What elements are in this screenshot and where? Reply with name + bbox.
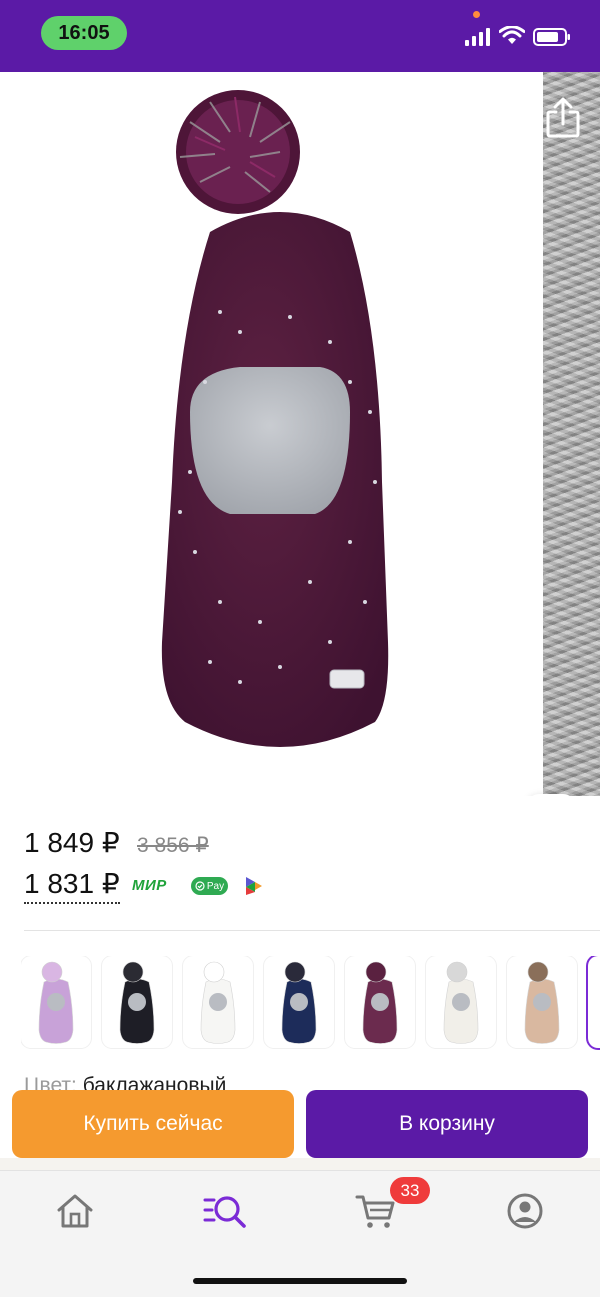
variant-thumbnail <box>362 961 398 1044</box>
color-variant[interactable] <box>183 956 253 1048</box>
color-variant[interactable] <box>588 956 600 1048</box>
wifi-icon <box>499 26 525 44</box>
tab-home[interactable] <box>51 1189 99 1233</box>
visual-search-button[interactable] <box>527 794 575 796</box>
variant-thumbnail <box>119 961 155 1044</box>
battery-icon <box>533 28 570 46</box>
status-time: 16:05 <box>41 16 127 50</box>
check-icon <box>195 881 205 891</box>
profile-icon <box>507 1193 543 1229</box>
color-variant[interactable] <box>21 956 91 1048</box>
signal-icon <box>465 28 490 46</box>
share-icon[interactable] <box>543 96 583 138</box>
variant-thumbnail <box>38 961 74 1044</box>
variant-thumbnail <box>524 961 560 1044</box>
cart-icon <box>355 1195 395 1228</box>
mir-logo: МИР <box>132 877 167 894</box>
old-price: 3 856 ₽ <box>137 834 209 857</box>
buy-now-button[interactable]: Купить сейчас <box>12 1090 294 1158</box>
cart-count-badge: 33 <box>390 1177 430 1204</box>
pay-badge: Pay <box>191 877 228 895</box>
color-variants <box>21 956 600 1050</box>
recording-indicator <box>473 11 480 18</box>
back-icon[interactable] <box>22 100 56 140</box>
variant-thumbnail <box>281 961 317 1044</box>
divider <box>24 930 600 931</box>
sbp-icon <box>246 877 262 895</box>
add-to-cart-button[interactable]: В корзину <box>306 1090 588 1158</box>
current-price: 1 849 ₽ <box>24 827 120 858</box>
variant-thumbnail <box>443 961 479 1044</box>
tab-profile[interactable] <box>501 1189 549 1233</box>
pay-label: Pay <box>206 880 225 892</box>
color-variant[interactable] <box>345 956 415 1048</box>
status-bar: 16:05 <box>0 0 600 72</box>
variant-thumbnail <box>200 961 236 1044</box>
home-indicator[interactable] <box>193 1278 407 1284</box>
tab-bar: 33 <box>0 1170 600 1297</box>
next-photo-preview[interactable] <box>543 72 600 796</box>
catalog-search-icon <box>203 1196 246 1228</box>
color-variant[interactable] <box>507 956 577 1048</box>
color-variant[interactable] <box>426 956 496 1048</box>
home-icon <box>57 1194 93 1228</box>
tab-catalog[interactable] <box>201 1189 249 1233</box>
product-gallery[interactable] <box>0 72 600 796</box>
heart-icon[interactable] <box>464 100 504 138</box>
color-variant[interactable] <box>264 956 334 1048</box>
card-price[interactable]: 1 831 ₽ <box>24 867 120 904</box>
color-variant[interactable] <box>102 956 172 1048</box>
product-photo[interactable] <box>150 82 410 772</box>
